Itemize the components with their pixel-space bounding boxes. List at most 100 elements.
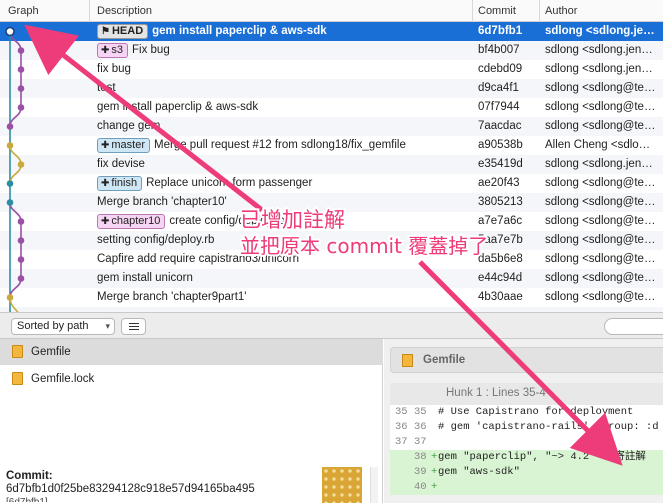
commit-hash-cell: da5b6e8 [478, 253, 523, 265]
commit-node[interactable] [17, 85, 25, 92]
commit-details: Commit: 6d7bfb1d0f25be83294128c918e57d94… [6, 470, 255, 502]
author-cell: sdlong <sdlong.jen… [545, 63, 653, 75]
author-cell: sdlong <sdlong.jen… [545, 158, 653, 170]
history-row[interactable]: gem install unicorn e44c94d sdlong <sdlong… [0, 269, 663, 288]
history-row[interactable]: gem install paperclip & aws-sdk 07f7944 sd… [0, 98, 663, 117]
commit-node[interactable] [17, 275, 25, 282]
history-row[interactable]: ✚ s3 Fix bug bf4b007 sdlong <sdlong.jen… [0, 41, 663, 60]
new-line-number: 40 [414, 481, 427, 493]
new-line-number: 36 [414, 421, 427, 433]
commit-message-cell: setting config/deploy.rb [97, 233, 467, 248]
author-cell: sdlong <sdlong@te… [545, 291, 656, 303]
commit-message: Merge branch 'chapter10' [97, 196, 227, 208]
branch-icon: ✚ [101, 45, 110, 56]
commit-hash-cell: a90538b [478, 139, 523, 151]
commit-hash-cell: a7e7a6c [478, 215, 523, 227]
new-line-number: 39 [414, 466, 427, 478]
commit-message: setting config/deploy.rb [97, 234, 215, 246]
commit-message: Merge branch 'chapter9part1' [97, 291, 247, 303]
commit-node[interactable] [6, 180, 14, 187]
commit-hash-cell: 7aacdac [478, 120, 522, 132]
commit-message: Fix bug [132, 44, 170, 56]
diff-panel: Gemfile Hunk 1 : Lines 35-4 35 35 # Use Ca… [384, 339, 663, 503]
file-row[interactable]: Gemfile.lock [0, 366, 383, 392]
column-graph[interactable]: Graph [8, 5, 39, 17]
commit-message-cell: Merge branch 'chapter10' [97, 195, 467, 210]
commit-node[interactable] [17, 256, 25, 263]
ref-badge[interactable]: ✚ s3 [97, 43, 129, 58]
history-row[interactable]: fix bug cdebd09 sdlong <sdlong.jen… [0, 60, 663, 79]
ref-label: finish [111, 177, 138, 189]
commit-message-cell: fix bug [97, 62, 467, 77]
commit-message-cell: Capfire add require capistrano3/unicorn [97, 252, 467, 267]
commit-message-cell: ✚ finish Replace unicorn form passenger [97, 176, 467, 191]
commit-node[interactable] [17, 161, 25, 168]
diff-code: gem "paperclip", "~> 4.2" # 寄註解 [438, 451, 646, 463]
history-row[interactable]: ✚ master Merge pull request #12 from sdlon… [0, 136, 663, 155]
diff-line: 37 37 [390, 435, 663, 450]
history-table: Graph Description Commit Author ⚑ HEAD gem… [0, 0, 663, 312]
new-line-number: 37 [414, 436, 427, 448]
commit-node[interactable] [6, 123, 14, 130]
author-cell: sdlong <sdlong@te… [545, 272, 656, 284]
commit-hash-cell: ae20f43 [478, 177, 520, 189]
branch-icon: ✚ [101, 216, 110, 227]
author-cell: sdlong <sdlong@te… [545, 120, 656, 132]
file-row[interactable]: Gemfile [0, 339, 383, 365]
author-avatar [322, 467, 362, 503]
ref-badge[interactable]: ⚑ HEAD [97, 24, 149, 39]
history-row[interactable]: ✚ chapter10 create config/deploy.rb a7e7a6c… [0, 212, 663, 231]
history-row[interactable]: change gem 7aacdac sdlong <sdlong@te… [0, 117, 663, 136]
search-input[interactable] [604, 318, 663, 335]
sort-label: Sorted by path [17, 320, 89, 332]
commit-message: create config/deploy.rb [169, 215, 285, 227]
author-cell: sdlong <sdlong.jen… [545, 44, 653, 56]
history-row[interactable]: Merge branch 'chapter9part1' 4b30aae sdlon… [0, 288, 663, 307]
old-line-number: 36 [395, 421, 408, 433]
add-marker: + [431, 466, 438, 478]
commit-message-cell: ✚ master Merge pull request #12 from sdlon… [97, 138, 467, 153]
commit-node[interactable] [6, 199, 14, 206]
history-row[interactable]: test d9ca4f1 sdlong <sdlong@te… [0, 79, 663, 98]
diff-file-header: Gemfile [390, 347, 663, 373]
diff-code: gem "aws-sdk" [438, 466, 520, 478]
chevron-updown-icon: ▾ [105, 321, 110, 331]
commit-node[interactable] [17, 237, 25, 244]
diff-line: 35 35 # Use Capistrano for deployment [390, 405, 663, 420]
commit-hash-cell: 07f7944 [478, 101, 520, 113]
ref-label: master [111, 139, 146, 151]
list-view-button[interactable] [121, 318, 146, 335]
commit-message: gem install paperclip & aws-sdk [97, 101, 259, 113]
branch-icon: ✚ [101, 178, 110, 189]
head-node[interactable] [5, 26, 15, 37]
details-scrollbar[interactable] [370, 467, 378, 503]
commit-hash-cell: cdebd09 [478, 63, 523, 75]
commit-node[interactable] [17, 66, 25, 73]
history-row[interactable]: setting config/deploy.rb 5aa7e7b sdlong <s… [0, 231, 663, 250]
commit-message-cell: ✚ s3 Fix bug [97, 43, 467, 58]
column-author[interactable]: Author [545, 5, 577, 17]
author-cell: sdlong <sdlong@te… [545, 196, 656, 208]
ref-label: chapter10 [111, 215, 161, 227]
history-row[interactable]: Capfire add require capistrano3/unicorn d… [0, 250, 663, 269]
commit-node[interactable] [6, 294, 14, 301]
commit-node[interactable] [17, 47, 25, 54]
commit-hash-cell: 3805213 [478, 196, 523, 208]
history-row[interactable]: fix devise e35419d sdlong <sdlong.jen… [0, 155, 663, 174]
ref-badge[interactable]: ✚ chapter10 [97, 214, 166, 229]
commit-short-hash: [6d7bfb1] [6, 496, 255, 502]
column-commit[interactable]: Commit [478, 5, 516, 17]
sort-dropdown[interactable]: Sorted by path ▾ [11, 318, 115, 335]
history-row[interactable]: ⚑ HEAD gem install paperclip & aws-sdk 6d7b… [0, 22, 663, 41]
commit-hash-cell: d9ca4f1 [478, 82, 519, 94]
ref-badge[interactable]: ✚ master [97, 138, 151, 153]
commit-node[interactable] [6, 142, 14, 149]
commit-node[interactable] [17, 104, 25, 111]
history-row[interactable]: ✚ finish Replace unicorn form passenger ae2… [0, 174, 663, 193]
commit-graph [5, 26, 25, 312]
commit-node[interactable] [17, 218, 25, 225]
column-description[interactable]: Description [97, 5, 152, 17]
history-row[interactable]: Merge branch 'chapter10' 3805213 sdlong <s… [0, 193, 663, 212]
ref-badge[interactable]: ✚ finish [97, 176, 143, 191]
author-cell: sdlong <sdlong@te… [545, 177, 656, 189]
